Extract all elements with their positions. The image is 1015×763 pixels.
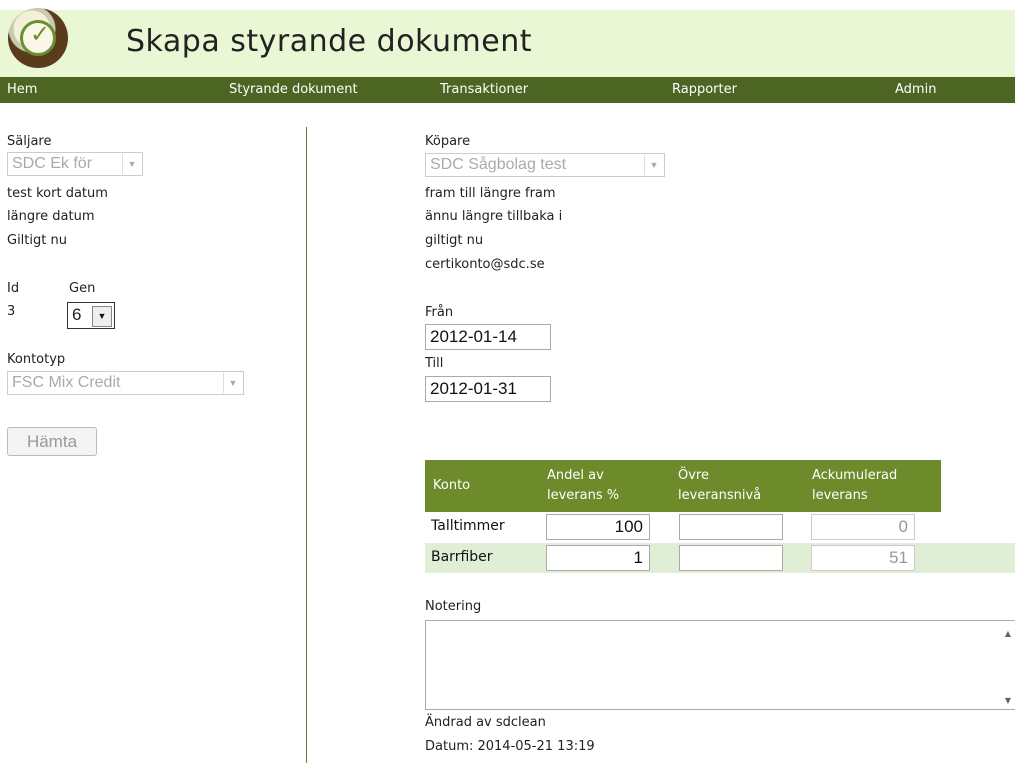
seller-line-1: test kort datum xyxy=(7,186,108,201)
to-date-input[interactable]: 2012-01-31 xyxy=(425,376,551,402)
chevron-down-icon: ▼ xyxy=(644,155,663,175)
row-2-upper-input[interactable] xyxy=(679,545,783,571)
fetch-button[interactable]: Hämta xyxy=(7,427,97,456)
note-label: Notering xyxy=(425,599,482,614)
col-header-upper: Övre leveransnivå xyxy=(678,468,762,503)
account-type-value: FSC Mix Credit xyxy=(12,374,121,391)
to-label: Till xyxy=(425,356,444,371)
table-header: Konto Andel av leverans % Övre leveransn… xyxy=(425,460,941,512)
seller-label: Säljare xyxy=(7,134,52,149)
nav-item-rapporter[interactable]: Rapporter xyxy=(672,82,737,97)
changed-by: Ändrad av sdclean xyxy=(425,715,546,730)
logo-icon: ✓ xyxy=(8,8,68,68)
column-divider xyxy=(306,127,307,763)
account-type-label: Kontotyp xyxy=(7,352,66,367)
row-2-accumulated: 51 xyxy=(811,545,915,571)
row-1-upper-input[interactable] xyxy=(679,514,783,540)
id-value: 3 xyxy=(7,304,16,319)
buyer-line-1: fram till längre fram xyxy=(425,186,556,201)
id-label: Id xyxy=(7,281,20,296)
buyer-line-2: ännu längre tillbaka i xyxy=(425,209,563,224)
row-1-accumulated: 0 xyxy=(811,514,915,540)
buyer-label: Köpare xyxy=(425,134,471,149)
nav-item-transaktioner[interactable]: Transaktioner xyxy=(440,82,528,97)
page-title: Skapa styrande dokument xyxy=(126,24,532,59)
account-type-select[interactable]: FSC Mix Credit ▼ xyxy=(7,371,244,395)
buyer-select-value: SDC Sågbolag test xyxy=(430,156,567,173)
chevron-down-icon: ▼ xyxy=(122,154,141,174)
main-nav: Hem Styrande dokument Transaktioner Rapp… xyxy=(0,77,1015,103)
chevron-down-icon: ▼ xyxy=(92,306,112,327)
row-1-share-input[interactable]: 100 xyxy=(546,514,650,540)
seller-select[interactable]: SDC Ek för ▼ xyxy=(7,152,143,176)
row-1-account: Talltimmer xyxy=(431,518,505,534)
col-header-share: Andel av leverans % xyxy=(547,468,620,503)
row-2-share-input[interactable]: 1 xyxy=(546,545,650,571)
changed-date: Datum: 2014-05-21 13:19 xyxy=(425,739,595,754)
col-header-accumulated: Ackumulerad leverans xyxy=(812,468,898,503)
buyer-line-3: giltigt nu xyxy=(425,233,484,248)
gen-label: Gen xyxy=(69,281,96,296)
scroll-down-icon[interactable]: ▼ xyxy=(1005,696,1011,705)
textarea-scrollbar[interactable]: ▲ ▼ xyxy=(999,621,1015,709)
note-textarea[interactable]: ▲ ▼ xyxy=(425,620,1015,710)
seller-select-value: SDC Ek för xyxy=(12,155,93,172)
seller-line-2: längre datum xyxy=(7,209,95,224)
from-date-input[interactable]: 2012-01-14 xyxy=(425,324,551,350)
nav-item-hem[interactable]: Hem xyxy=(7,82,37,97)
nav-item-styrande-dokument[interactable]: Styrande dokument xyxy=(229,82,358,97)
from-label: Från xyxy=(425,305,454,320)
buyer-select[interactable]: SDC Sågbolag test ▼ xyxy=(425,153,665,177)
nav-item-admin[interactable]: Admin xyxy=(895,82,936,97)
scroll-up-icon[interactable]: ▲ xyxy=(1005,629,1011,638)
chevron-down-icon: ▼ xyxy=(223,373,242,393)
page-header: ✓ Skapa styrande dokument xyxy=(0,8,1015,77)
gen-select-value: 6 xyxy=(72,305,82,324)
row-2-account: Barrfiber xyxy=(431,549,493,565)
buyer-line-4: certikonto@sdc.se xyxy=(425,257,545,272)
seller-line-3: Giltigt nu xyxy=(7,233,67,248)
gen-select[interactable]: 6 ▼ xyxy=(67,302,115,329)
col-header-konto: Konto xyxy=(433,478,471,493)
